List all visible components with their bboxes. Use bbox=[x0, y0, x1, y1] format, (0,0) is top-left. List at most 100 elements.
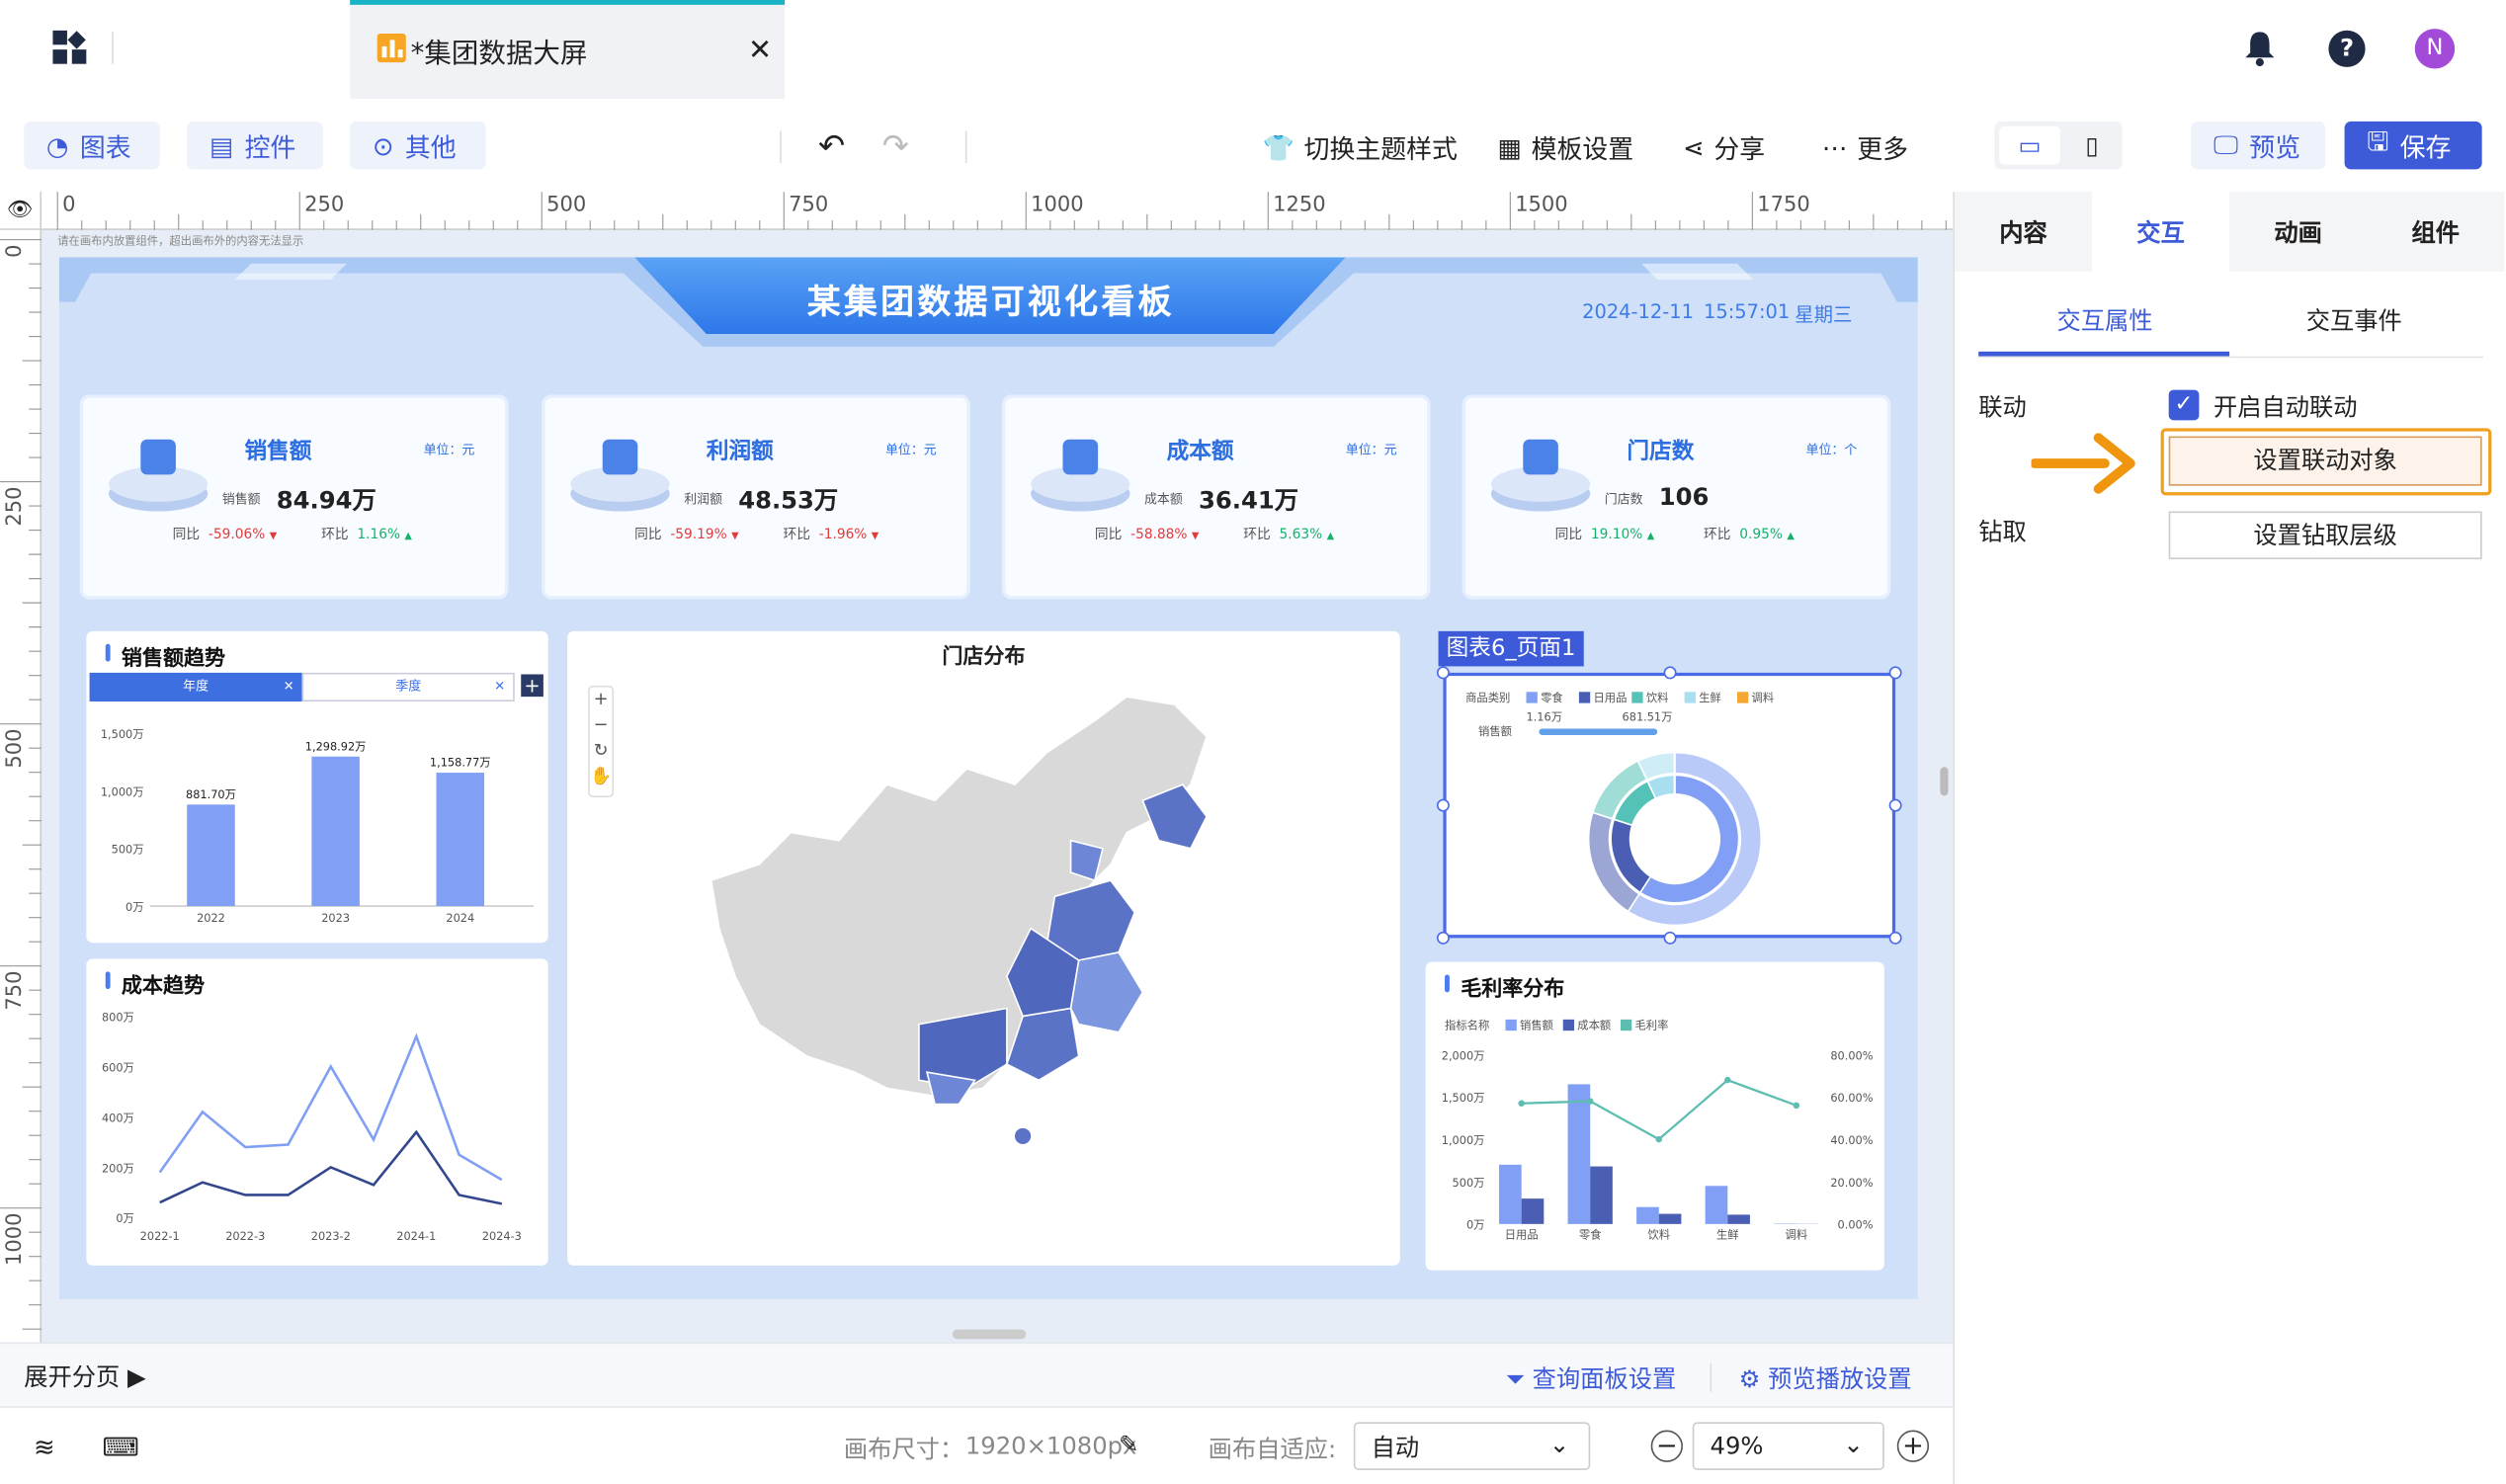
bar bbox=[1590, 1166, 1613, 1224]
x-tick-label: 2022 bbox=[197, 911, 225, 925]
tab-interaction[interactable]: 交互 bbox=[2092, 192, 2230, 272]
avatar[interactable]: N bbox=[2414, 29, 2456, 69]
tab-quarter[interactable]: 季度 ✕ bbox=[301, 672, 515, 701]
resize-handle[interactable] bbox=[1888, 666, 1902, 680]
category-donut-panel[interactable]: 商品类别 零食 日用品 饮料 生鲜 调料 1.16万 681.51万 销售额 bbox=[1443, 672, 1896, 939]
y-tick-label: 0万 bbox=[1466, 1218, 1485, 1232]
ruler-label: 750 bbox=[1, 971, 26, 1011]
x-tick-label: 2024-1 bbox=[396, 1229, 436, 1243]
expand-pages-label: 展开分页 bbox=[24, 1362, 121, 1392]
device-switch: ▭ ▯ bbox=[1994, 121, 2123, 170]
kpi-pedestal-icon bbox=[108, 439, 209, 512]
resize-handle[interactable] bbox=[1436, 666, 1450, 680]
kpi-unit: 单位：元 bbox=[884, 442, 937, 457]
divider bbox=[1710, 1362, 1712, 1392]
help-icon[interactable]: ? bbox=[2328, 30, 2366, 67]
tab-content[interactable]: 内容 bbox=[1954, 192, 2093, 272]
layers-icon[interactable]: ≋ bbox=[34, 1432, 55, 1462]
undo-icon[interactable]: ↶ bbox=[818, 126, 845, 165]
kpi-label: 利润额 bbox=[684, 492, 723, 507]
document-tab[interactable]: *集团数据大屏 ✕ bbox=[350, 0, 786, 100]
more-button[interactable]: ⋯ 更多 bbox=[1822, 127, 1908, 166]
vertical-scrollbar[interactable] bbox=[1940, 767, 1949, 796]
more-circle-icon: ⊙ bbox=[372, 129, 394, 161]
range-bar bbox=[1539, 728, 1658, 735]
kpi-card[interactable]: 门店数 单位：个 门店数 106 同比 19.10% ▲ 环比 0.95% ▲ bbox=[1462, 394, 1891, 600]
adapt-select[interactable]: 自动 ⌄ bbox=[1353, 1422, 1591, 1470]
data-label: 1,158.77万 bbox=[430, 756, 491, 770]
set-link-target-button[interactable]: 设置联动对象 bbox=[2168, 436, 2482, 486]
close-icon[interactable]: ✕ bbox=[284, 673, 294, 701]
resize-handle[interactable] bbox=[1662, 931, 1676, 945]
control-button[interactable]: ▤ 控件 bbox=[187, 121, 323, 170]
edit-pencil-icon[interactable]: ✎ bbox=[1119, 1430, 1138, 1458]
chart-button[interactable]: ◔ 图表 bbox=[24, 121, 160, 170]
other-button[interactable]: ⊙ 其他 bbox=[350, 121, 486, 170]
tab-interaction-props[interactable]: 交互属性 bbox=[2056, 303, 2152, 337]
mobile-icon[interactable]: ▯ bbox=[2071, 126, 2113, 165]
add-tab-button[interactable]: + bbox=[521, 674, 543, 698]
zoom-in-button[interactable]: + bbox=[590, 687, 613, 712]
expand-pages-button[interactable]: 展开分页 ▶ bbox=[24, 1360, 145, 1393]
mom-value: 0.95% bbox=[1739, 527, 1783, 543]
close-icon[interactable]: ✕ bbox=[494, 675, 505, 701]
share-icon: ⋖ bbox=[1683, 131, 1705, 163]
kpi-card[interactable]: 销售额 单位：元 销售额 84.94万 同比 -59.06% ▼ 环比 1.16… bbox=[79, 394, 509, 600]
zoom-out-icon[interactable]: − bbox=[1650, 1430, 1684, 1462]
keyboard-icon[interactable]: ⌨ bbox=[103, 1432, 139, 1462]
monitor-icon: 🖵 bbox=[2213, 129, 2238, 160]
hand-icon[interactable]: ✋ bbox=[590, 764, 613, 789]
kpi-card[interactable]: 利润额 单位：元 利润额 48.53万 同比 -59.19% ▼ 环比 -1.9… bbox=[542, 394, 970, 600]
resize-handle[interactable] bbox=[1888, 931, 1902, 945]
set-drill-button[interactable]: 设置钻取层级 bbox=[2168, 511, 2482, 560]
kpi-mom: 环比 5.63% ▲ bbox=[1243, 524, 1334, 543]
eye-icon[interactable]: 👁 bbox=[0, 192, 42, 230]
tab-animation[interactable]: 动画 bbox=[2229, 192, 2368, 272]
zoom-in-icon[interactable]: + bbox=[1896, 1430, 1930, 1462]
resize-handle[interactable] bbox=[1436, 798, 1450, 812]
cost-trend-title: 成本趋势 bbox=[105, 968, 205, 999]
tab-year[interactable]: 年度 ✕ bbox=[89, 672, 302, 701]
resize-handle[interactable] bbox=[1888, 798, 1902, 812]
y-tick-label: 800万 bbox=[102, 1010, 134, 1024]
save-button[interactable]: 🖫 保存 bbox=[2344, 121, 2482, 170]
share-button[interactable]: ⋖ 分享 bbox=[1683, 127, 1765, 166]
template-icon: ▦ bbox=[1497, 131, 1522, 163]
series-line bbox=[159, 1129, 503, 1205]
ruler-label: 250 bbox=[1, 486, 26, 526]
save-icon: 🖫 bbox=[2367, 124, 2389, 156]
preview-button[interactable]: 🖵 预览 bbox=[2191, 121, 2326, 170]
reset-icon[interactable]: ↻ bbox=[590, 738, 613, 764]
close-tab-icon[interactable]: ✕ bbox=[748, 34, 772, 67]
desktop-icon[interactable]: ▭ bbox=[1999, 125, 2060, 165]
tab-year-label: 年度 bbox=[183, 679, 209, 694]
cost-trend-panel[interactable]: 成本趋势 0万 200万 400万 600万 800万 2022-1 2022-3 2023-… bbox=[86, 958, 548, 1266]
tab-interaction-events[interactable]: 交互事件 bbox=[2306, 303, 2402, 337]
template-button[interactable]: ▦ 模板设置 bbox=[1497, 127, 1633, 166]
tab-component[interactable]: 组件 bbox=[2367, 192, 2505, 272]
dashboard-canvas[interactable]: 某集团数据可视化看板 2024-12-11 15:57:01 星期三 销售额 单… bbox=[58, 257, 1918, 1299]
zoom-select[interactable]: 49% ⌄ bbox=[1692, 1422, 1884, 1470]
theme-button[interactable]: 👕 切换主题样式 bbox=[1263, 127, 1458, 166]
play-settings-button[interactable]: ⚙ 预览播放设置 bbox=[1739, 1361, 1912, 1395]
store-map-panel[interactable]: 门店分布 + − ↻ ✋ bbox=[567, 630, 1400, 1266]
yoy-label: 同比 bbox=[172, 527, 201, 543]
resize-handle[interactable] bbox=[1436, 931, 1450, 945]
auto-link-checkbox[interactable]: ✓ bbox=[2168, 389, 2200, 421]
kpi-label: 销售额 bbox=[221, 492, 261, 507]
redo-icon[interactable]: ↷ bbox=[882, 126, 909, 165]
map-controls: + − ↻ ✋ bbox=[588, 685, 615, 798]
apps-grid-icon[interactable] bbox=[52, 30, 88, 66]
margin-panel[interactable]: 毛利率分布 指标名称 销售额 成本额 毛利率 0万 500万 1,000万 1,500万 2,0… bbox=[1425, 961, 1884, 1271]
board-time: 15:57:01 bbox=[1704, 300, 1791, 323]
horizontal-scrollbar[interactable] bbox=[952, 1329, 1027, 1340]
sales-trend-panel[interactable]: 销售额趋势 年度 ✕ 季度 ✕ + 0万 500万 1,000万 1,500万 881.70… bbox=[86, 630, 548, 944]
y2-tick-label: 80.00% bbox=[1830, 1048, 1873, 1062]
query-panel-button[interactable]: ⏷ 查询面板设置 bbox=[1505, 1361, 1676, 1395]
zoom-out-button[interactable]: − bbox=[590, 712, 613, 738]
kpi-card[interactable]: 成本额 单位：元 成本额 36.41万 同比 -58.88% ▼ 环比 5.63… bbox=[1002, 394, 1431, 600]
bell-icon[interactable] bbox=[2242, 29, 2278, 67]
y2-tick-label: 40.00% bbox=[1830, 1133, 1873, 1147]
ruler-label: 250 bbox=[304, 192, 344, 215]
resize-handle[interactable] bbox=[1662, 666, 1676, 680]
